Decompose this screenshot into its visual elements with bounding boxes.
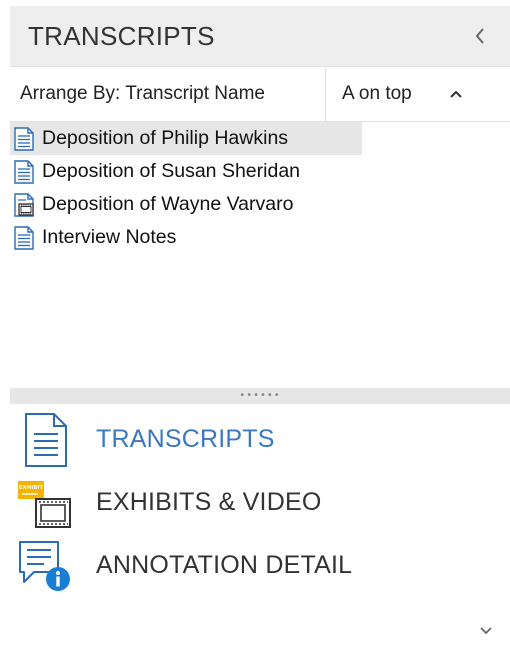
sort-order-label: A on top xyxy=(342,83,412,104)
list-item[interactable]: Deposition of Philip Hawkins xyxy=(10,122,362,155)
chevron-down-icon xyxy=(480,627,492,635)
more-nav-button[interactable] xyxy=(476,622,496,640)
transcript-name: Interview Notes xyxy=(42,226,177,248)
nav-label: EXHIBITS & VIDEO xyxy=(96,488,322,516)
video-document-icon xyxy=(14,192,34,217)
transcripts-icon xyxy=(25,412,67,467)
nav-item-transcripts[interactable]: TRANSCRIPTS xyxy=(10,408,510,471)
document-icon xyxy=(14,159,34,184)
panel-title: TRANSCRIPTS xyxy=(28,20,215,51)
sort-direction-button[interactable] xyxy=(436,67,476,121)
annotation-detail-icon xyxy=(19,540,70,591)
sort-bar: Arrange By: Transcript Name A on top xyxy=(10,66,510,122)
collapse-panel-button[interactable] xyxy=(466,20,494,52)
transcript-list: Deposition of Philip Hawkins Deposition … xyxy=(10,122,510,254)
svg-text:EXHIBIT: EXHIBIT xyxy=(19,485,44,491)
chevron-left-icon xyxy=(475,28,484,44)
transcript-name: Deposition of Wayne Varvaro xyxy=(42,193,294,215)
panel-header: TRANSCRIPTS xyxy=(10,6,510,66)
transcript-name: Deposition of Susan Sheridan xyxy=(42,160,301,182)
list-item[interactable]: Deposition of Wayne Varvaro xyxy=(10,188,362,221)
chevron-up-icon xyxy=(450,90,462,98)
transcript-name: Deposition of Philip Hawkins xyxy=(42,127,289,149)
nav-item-exhibits-video[interactable]: EXHIBIT EXHIBITS & VIDEO xyxy=(10,471,510,534)
pane-splitter[interactable]: •••••• xyxy=(10,388,510,404)
nav-label: TRANSCRIPTS xyxy=(96,425,275,453)
list-item[interactable]: Interview Notes xyxy=(10,221,362,254)
document-icon xyxy=(14,126,34,151)
splitter-grip: •••••• xyxy=(239,390,281,401)
nav-label: ANNOTATION DETAIL xyxy=(96,551,353,579)
list-item[interactable]: Deposition of Susan Sheridan xyxy=(10,155,362,188)
exhibits-video-icon: EXHIBIT xyxy=(18,480,71,528)
sort-order-toggle[interactable]: A on top xyxy=(326,67,436,121)
navigation-pane: TRANSCRIPTS EXHIBIT EXHIBITS & VIDEO ANN… xyxy=(10,408,510,597)
arrange-by-field[interactable]: Arrange By: Transcript Name xyxy=(10,67,326,121)
document-icon xyxy=(14,225,34,250)
nav-item-annotation-detail[interactable]: ANNOTATION DETAIL xyxy=(10,534,510,597)
arrange-by-label: Arrange By: Transcript Name xyxy=(20,83,265,104)
